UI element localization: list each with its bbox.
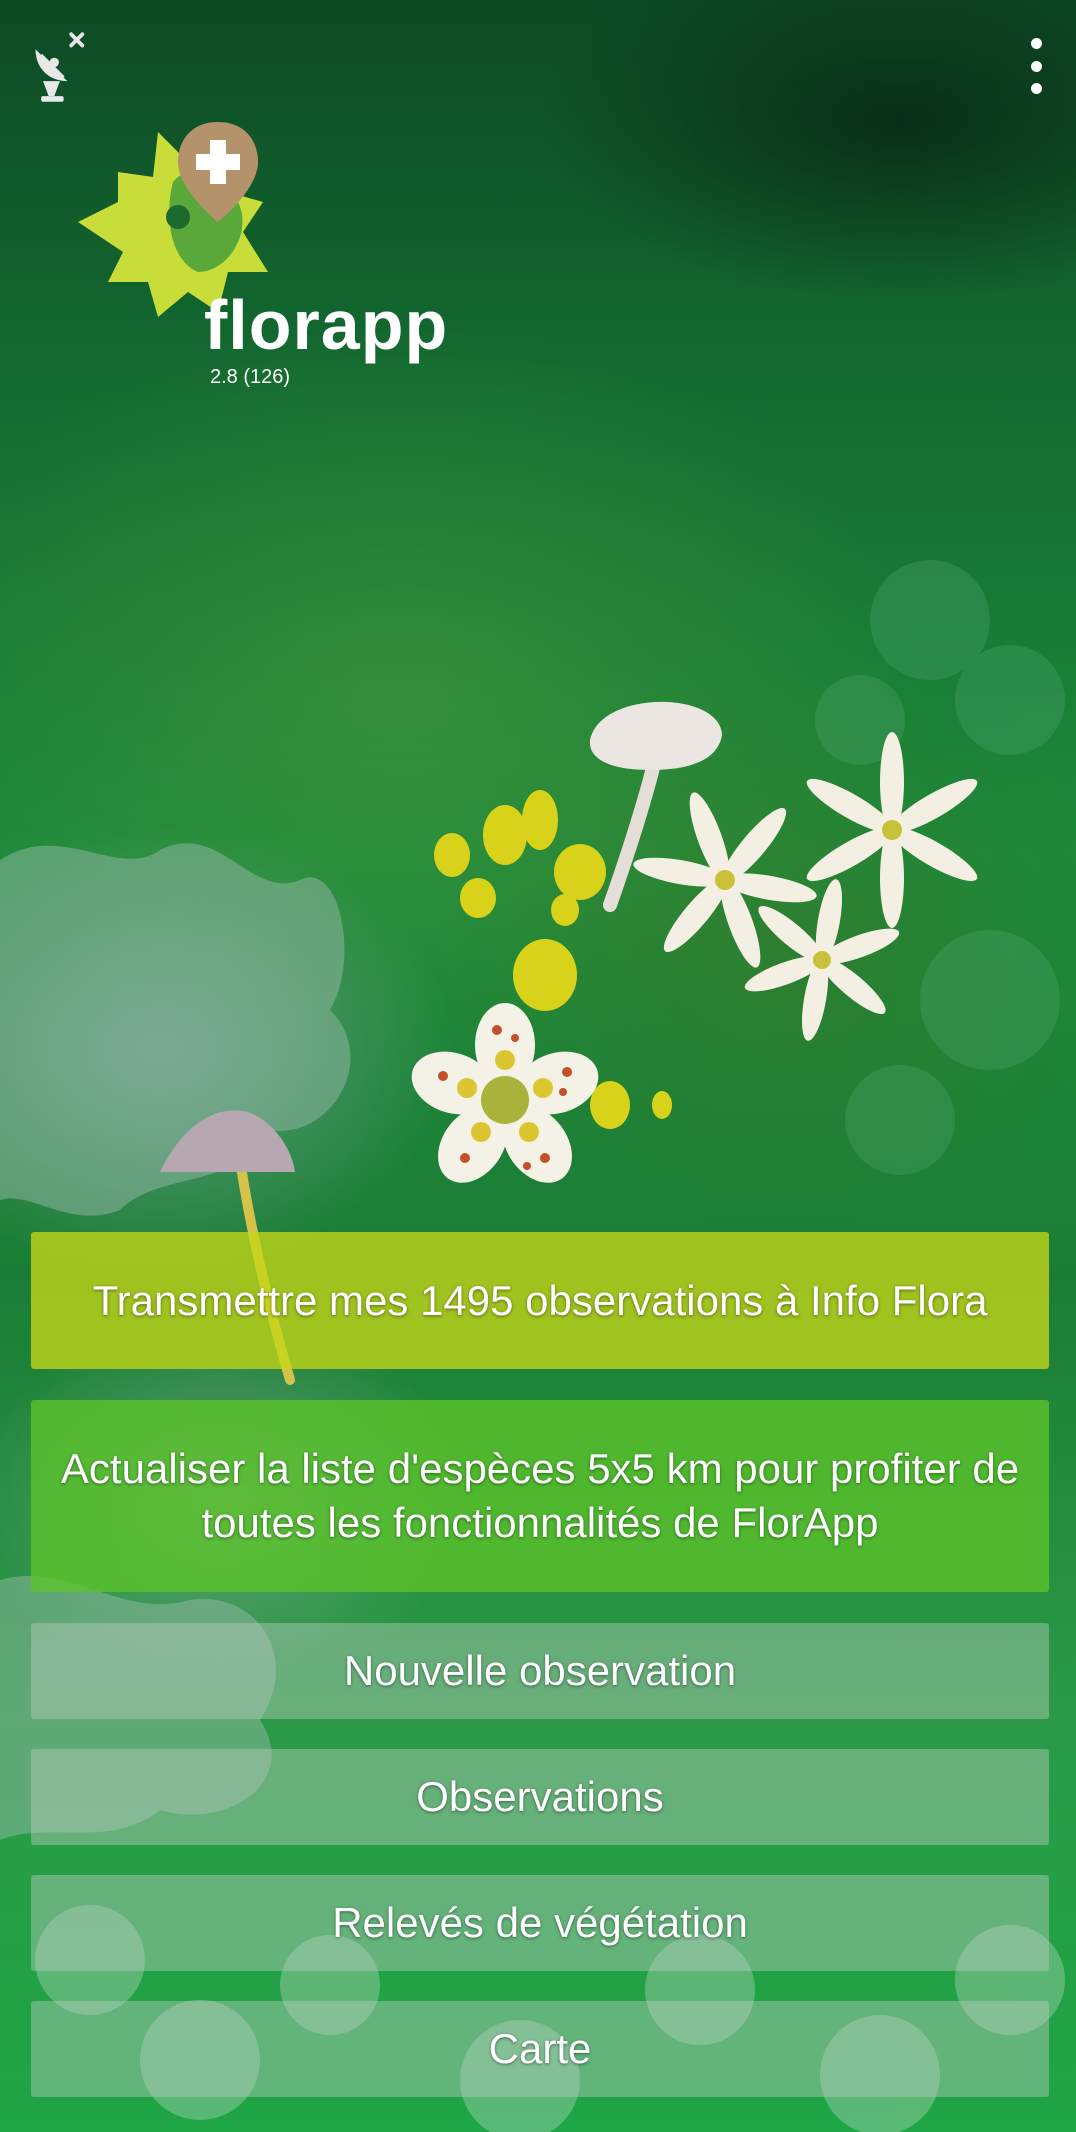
transmit-observations-button[interactable]: Transmettre mes 1495 observations à Info…: [31, 1232, 1049, 1369]
menu-dot: [1030, 38, 1042, 49]
menu-dot: [1030, 83, 1042, 94]
more-vertical-icon[interactable]: [1024, 38, 1048, 94]
app-brand: florapp: [204, 286, 449, 364]
map-button[interactable]: Carte: [31, 2001, 1049, 2097]
observations-button[interactable]: Observations: [31, 1749, 1049, 1845]
home-screen: florapp 2.8 (126) Transmettre mes 1495 o…: [0, 0, 1076, 2132]
gps-status-indicator[interactable]: [28, 28, 88, 108]
new-observation-button[interactable]: Nouvelle observation: [31, 1623, 1049, 1719]
menu-dot: [1030, 60, 1042, 72]
satellite-dish-off-icon: [35, 32, 85, 102]
app-version: 2.8 (126): [210, 366, 291, 388]
vegetation-releves-button[interactable]: Relevés de végétation: [31, 1875, 1049, 1971]
update-species-list-button[interactable]: Actualiser la liste d'espèces 5x5 km pou…: [31, 1400, 1049, 1592]
